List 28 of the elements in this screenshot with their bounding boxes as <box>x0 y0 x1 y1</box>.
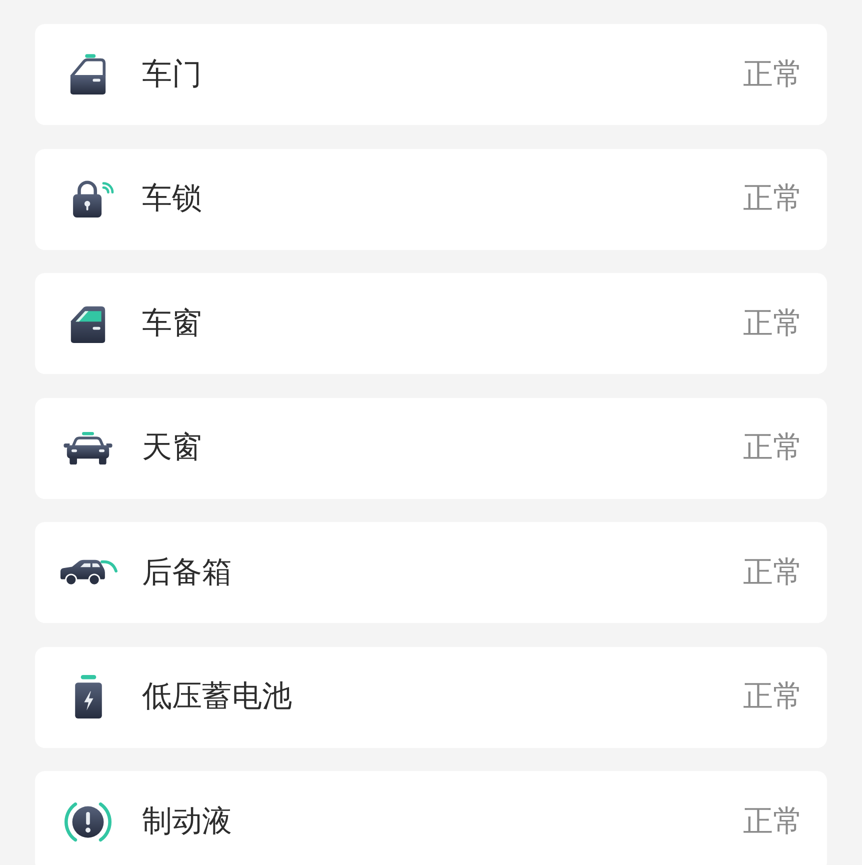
car-front-icon <box>63 432 113 464</box>
status-card[interactable]: 制动液 正常 <box>35 771 827 865</box>
car-door-icon <box>69 54 107 96</box>
status-text: 正常 <box>743 679 803 715</box>
status-card[interactable]: 后备箱 正常 <box>35 522 827 623</box>
status-text: 正常 <box>743 430 803 466</box>
status-card[interactable]: 车门 正常 <box>35 24 827 125</box>
battery-icon <box>74 675 102 719</box>
status-text: 正常 <box>743 306 803 342</box>
item-label: 车窗 <box>142 306 202 342</box>
status-card[interactable]: 低压蓄电池 正常 <box>35 646 827 748</box>
item-label: 天窗 <box>142 430 202 466</box>
item-label: 车锁 <box>142 181 202 217</box>
item-label: 制动液 <box>142 804 232 840</box>
item-label: 车门 <box>142 56 202 92</box>
status-card[interactable]: 天窗 正常 <box>35 398 827 498</box>
status-text: 正常 <box>743 804 803 840</box>
exclamation-circle-icon <box>63 802 113 842</box>
item-label: 低压蓄电池 <box>142 679 292 715</box>
padlock-wireless-icon <box>71 180 115 218</box>
status-text: 正常 <box>743 56 803 92</box>
car-window-icon <box>69 304 107 344</box>
status-text: 正常 <box>743 181 803 217</box>
item-label: 后备箱 <box>142 554 232 590</box>
status-text: 正常 <box>743 554 803 590</box>
status-card[interactable]: 车窗 正常 <box>35 273 827 374</box>
car-side-icon <box>58 558 118 587</box>
status-card[interactable]: 车锁 正常 <box>35 148 827 250</box>
